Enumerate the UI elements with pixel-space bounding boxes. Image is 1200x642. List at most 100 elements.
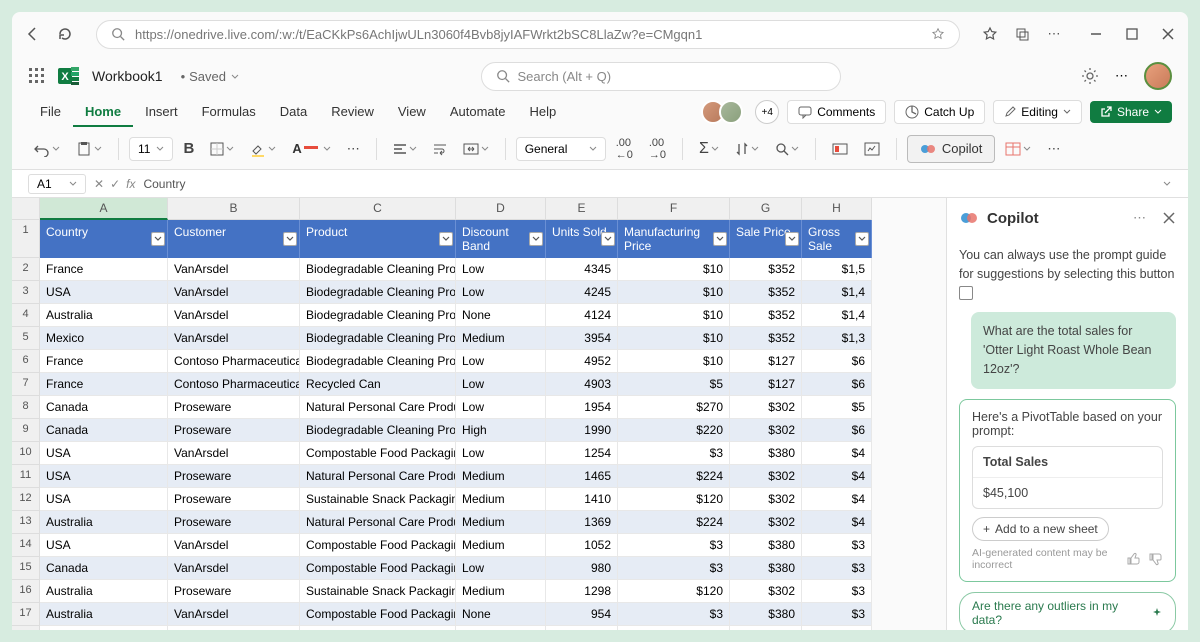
filter-dropdown-icon[interactable]	[529, 232, 543, 246]
cell[interactable]: $4	[802, 465, 872, 488]
add-to-sheet-button[interactable]: + Add to a new sheet	[972, 517, 1109, 541]
cell[interactable]: 4952	[546, 350, 618, 373]
font-color-button[interactable]: A	[286, 137, 336, 160]
wrap-text-button[interactable]	[427, 138, 453, 160]
cell[interactable]: 1410	[546, 488, 618, 511]
row-header[interactable]: 14	[12, 534, 40, 557]
cell[interactable]: 3954	[546, 327, 618, 350]
cell[interactable]: Canada	[40, 557, 168, 580]
row-header[interactable]: 18	[12, 626, 40, 630]
row-header[interactable]: 11	[12, 465, 40, 488]
cell[interactable]: France	[40, 373, 168, 396]
cell[interactable]: Proseware	[168, 511, 300, 534]
cell[interactable]: $302	[730, 396, 802, 419]
bold-button[interactable]: B	[177, 136, 200, 161]
cell[interactable]: $1,4	[802, 304, 872, 327]
cell[interactable]: USA	[40, 281, 168, 304]
cell[interactable]: $6	[802, 419, 872, 442]
menu-tab-review[interactable]: Review	[319, 98, 386, 127]
browser-menu-icon[interactable]: ⋯	[1046, 26, 1062, 42]
presence-indicators[interactable]	[707, 100, 743, 124]
address-bar[interactable]	[96, 20, 960, 49]
more-font-icon[interactable]: ⋯	[341, 137, 366, 161]
catchup-button[interactable]: Catch Up	[894, 100, 985, 124]
cell[interactable]: Low	[456, 281, 546, 304]
table-header-cell[interactable]: Discount Band	[456, 220, 546, 258]
align-button[interactable]	[387, 138, 423, 160]
cancel-formula-icon[interactable]: ✕	[94, 177, 104, 191]
row-header[interactable]: 6	[12, 350, 40, 373]
cell[interactable]: $5	[618, 373, 730, 396]
cell[interactable]: $10	[618, 304, 730, 327]
cell[interactable]: Biodegradable Cleaning Products	[300, 350, 456, 373]
cell[interactable]: 1369	[546, 511, 618, 534]
menu-tab-help[interactable]: Help	[517, 98, 568, 127]
format-table-button[interactable]	[999, 138, 1037, 160]
cell[interactable]: Contoso Pharmaceuticals	[168, 373, 300, 396]
cell[interactable]: 4345	[546, 258, 618, 281]
cell[interactable]: VanArsdel	[168, 557, 300, 580]
row-header[interactable]: 3	[12, 281, 40, 304]
column-header[interactable]: H	[802, 198, 872, 220]
autosum-button[interactable]: Σ	[693, 136, 725, 162]
cell[interactable]: USA	[40, 465, 168, 488]
row-header[interactable]: 8	[12, 396, 40, 419]
cell[interactable]: $3	[618, 557, 730, 580]
cell[interactable]: 1954	[546, 396, 618, 419]
cell[interactable]: USA	[40, 488, 168, 511]
save-status[interactable]: • Saved	[181, 69, 240, 84]
cell[interactable]: Australia	[40, 511, 168, 534]
filter-dropdown-icon[interactable]	[855, 232, 869, 246]
sort-filter-button[interactable]	[729, 138, 765, 160]
cell[interactable]: 2785	[546, 626, 618, 630]
maximize-button[interactable]	[1124, 26, 1140, 42]
row-header[interactable]: 1	[12, 220, 40, 258]
cell[interactable]: VanArsdel	[168, 304, 300, 327]
fx-icon[interactable]: fx	[126, 177, 135, 191]
cell[interactable]: VanArsdel	[168, 327, 300, 350]
more-icon[interactable]: ⋯	[1115, 68, 1128, 84]
user-avatar[interactable]	[1144, 62, 1172, 90]
favorites-icon[interactable]	[982, 26, 998, 42]
cell[interactable]: Low	[456, 373, 546, 396]
row-header[interactable]: 9	[12, 419, 40, 442]
cell[interactable]: USA	[40, 442, 168, 465]
table-header-cell[interactable]: Product	[300, 220, 456, 258]
cell[interactable]: $3	[802, 626, 872, 630]
cell[interactable]: Medium	[456, 534, 546, 557]
cell[interactable]: Natural Personal Care Products	[300, 465, 456, 488]
cell[interactable]: $6	[802, 373, 872, 396]
cell[interactable]: Proseware	[168, 465, 300, 488]
app-launcher-icon[interactable]	[28, 67, 46, 85]
cell[interactable]: Medium	[456, 511, 546, 534]
cell[interactable]: Australia	[40, 580, 168, 603]
comments-button[interactable]: Comments	[787, 100, 886, 124]
cell[interactable]: $352	[730, 258, 802, 281]
paste-button[interactable]	[70, 137, 108, 161]
cell[interactable]: $10	[618, 626, 730, 630]
cell[interactable]: Low	[456, 396, 546, 419]
filter-dropdown-icon[interactable]	[785, 232, 799, 246]
column-header[interactable]: A	[40, 198, 168, 220]
cell[interactable]: $352	[730, 304, 802, 327]
cell[interactable]: Canada	[40, 396, 168, 419]
cell[interactable]: Australia	[40, 603, 168, 626]
cell[interactable]: Medium	[456, 580, 546, 603]
cell[interactable]: $127	[730, 350, 802, 373]
column-header[interactable]: E	[546, 198, 618, 220]
cell[interactable]: Canada	[40, 419, 168, 442]
cell[interactable]: $352	[730, 327, 802, 350]
cell[interactable]: $3	[618, 534, 730, 557]
filter-dropdown-icon[interactable]	[713, 232, 727, 246]
cell[interactable]: $5	[802, 396, 872, 419]
column-header[interactable]: D	[456, 198, 546, 220]
menu-tab-file[interactable]: File	[28, 98, 73, 127]
copilot-ribbon-button[interactable]: Copilot	[907, 135, 995, 163]
copilot-close-icon[interactable]	[1162, 211, 1176, 225]
filter-dropdown-icon[interactable]	[151, 232, 165, 246]
row-header[interactable]: 5	[12, 327, 40, 350]
analyze-button[interactable]	[858, 138, 886, 160]
table-header-cell[interactable]: Customer	[168, 220, 300, 258]
cell[interactable]: Medium	[456, 327, 546, 350]
collections-icon[interactable]	[1014, 26, 1030, 42]
